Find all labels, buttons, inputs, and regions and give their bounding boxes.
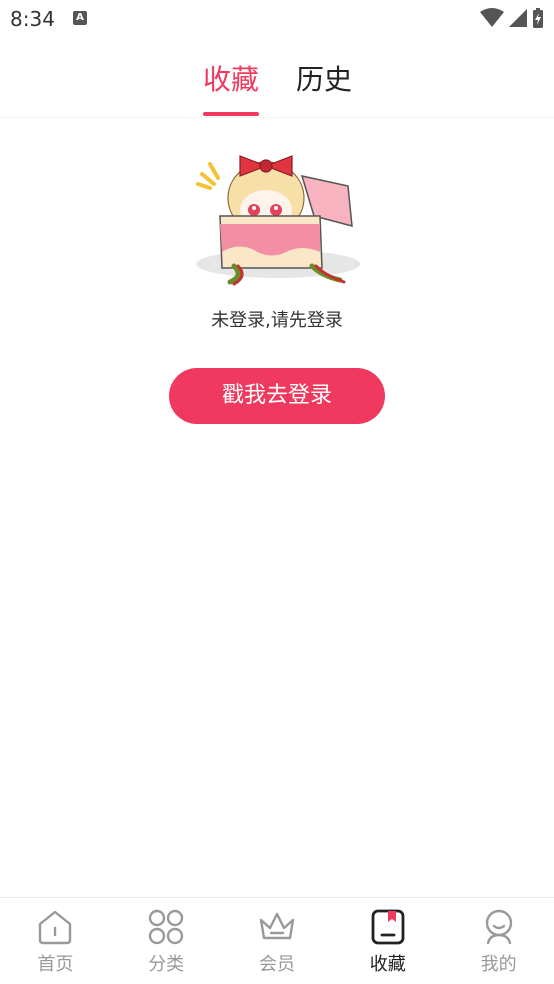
nav-home-label: 首页 (37, 954, 74, 975)
category-icon (148, 909, 184, 945)
profile-icon (485, 909, 512, 945)
status-icons (480, 6, 544, 30)
nav-home[interactable]: 首页 (0, 898, 111, 984)
wifi-icon (480, 8, 504, 27)
nav-category-label: 分类 (148, 954, 185, 975)
tab-favorites[interactable]: 收藏 (203, 58, 259, 98)
tab-history[interactable]: 历史 (296, 58, 352, 98)
home-icon (39, 910, 72, 945)
bottom-nav: 首页 分类 会员 收藏 我的 (0, 897, 554, 984)
notification-icon: A (73, 11, 87, 25)
status-bar: 8:34 A (0, 0, 554, 38)
signal-icon (509, 9, 527, 27)
empty-state-illustration (196, 155, 360, 286)
battery-icon (533, 8, 543, 28)
tab-bar: 收藏 历史 (0, 38, 554, 118)
nav-favorites-label: 收藏 (369, 954, 406, 975)
nav-favorites[interactable]: 收藏 (332, 898, 443, 984)
nav-profile-label: 我的 (480, 954, 517, 975)
nav-vip-label: 会员 (258, 954, 295, 975)
nav-profile[interactable]: 我的 (443, 898, 554, 984)
crown-icon (259, 912, 295, 940)
tab-active-indicator (203, 112, 259, 116)
login-prompt-text: 未登录,请先登录 (211, 310, 343, 331)
status-time: 8:34 (10, 7, 55, 31)
nav-category[interactable]: 分类 (111, 898, 222, 984)
nav-vip[interactable]: 会员 (222, 898, 333, 984)
login-button[interactable]: 戳我去登录 (169, 368, 385, 424)
bookmark-icon (371, 909, 405, 945)
